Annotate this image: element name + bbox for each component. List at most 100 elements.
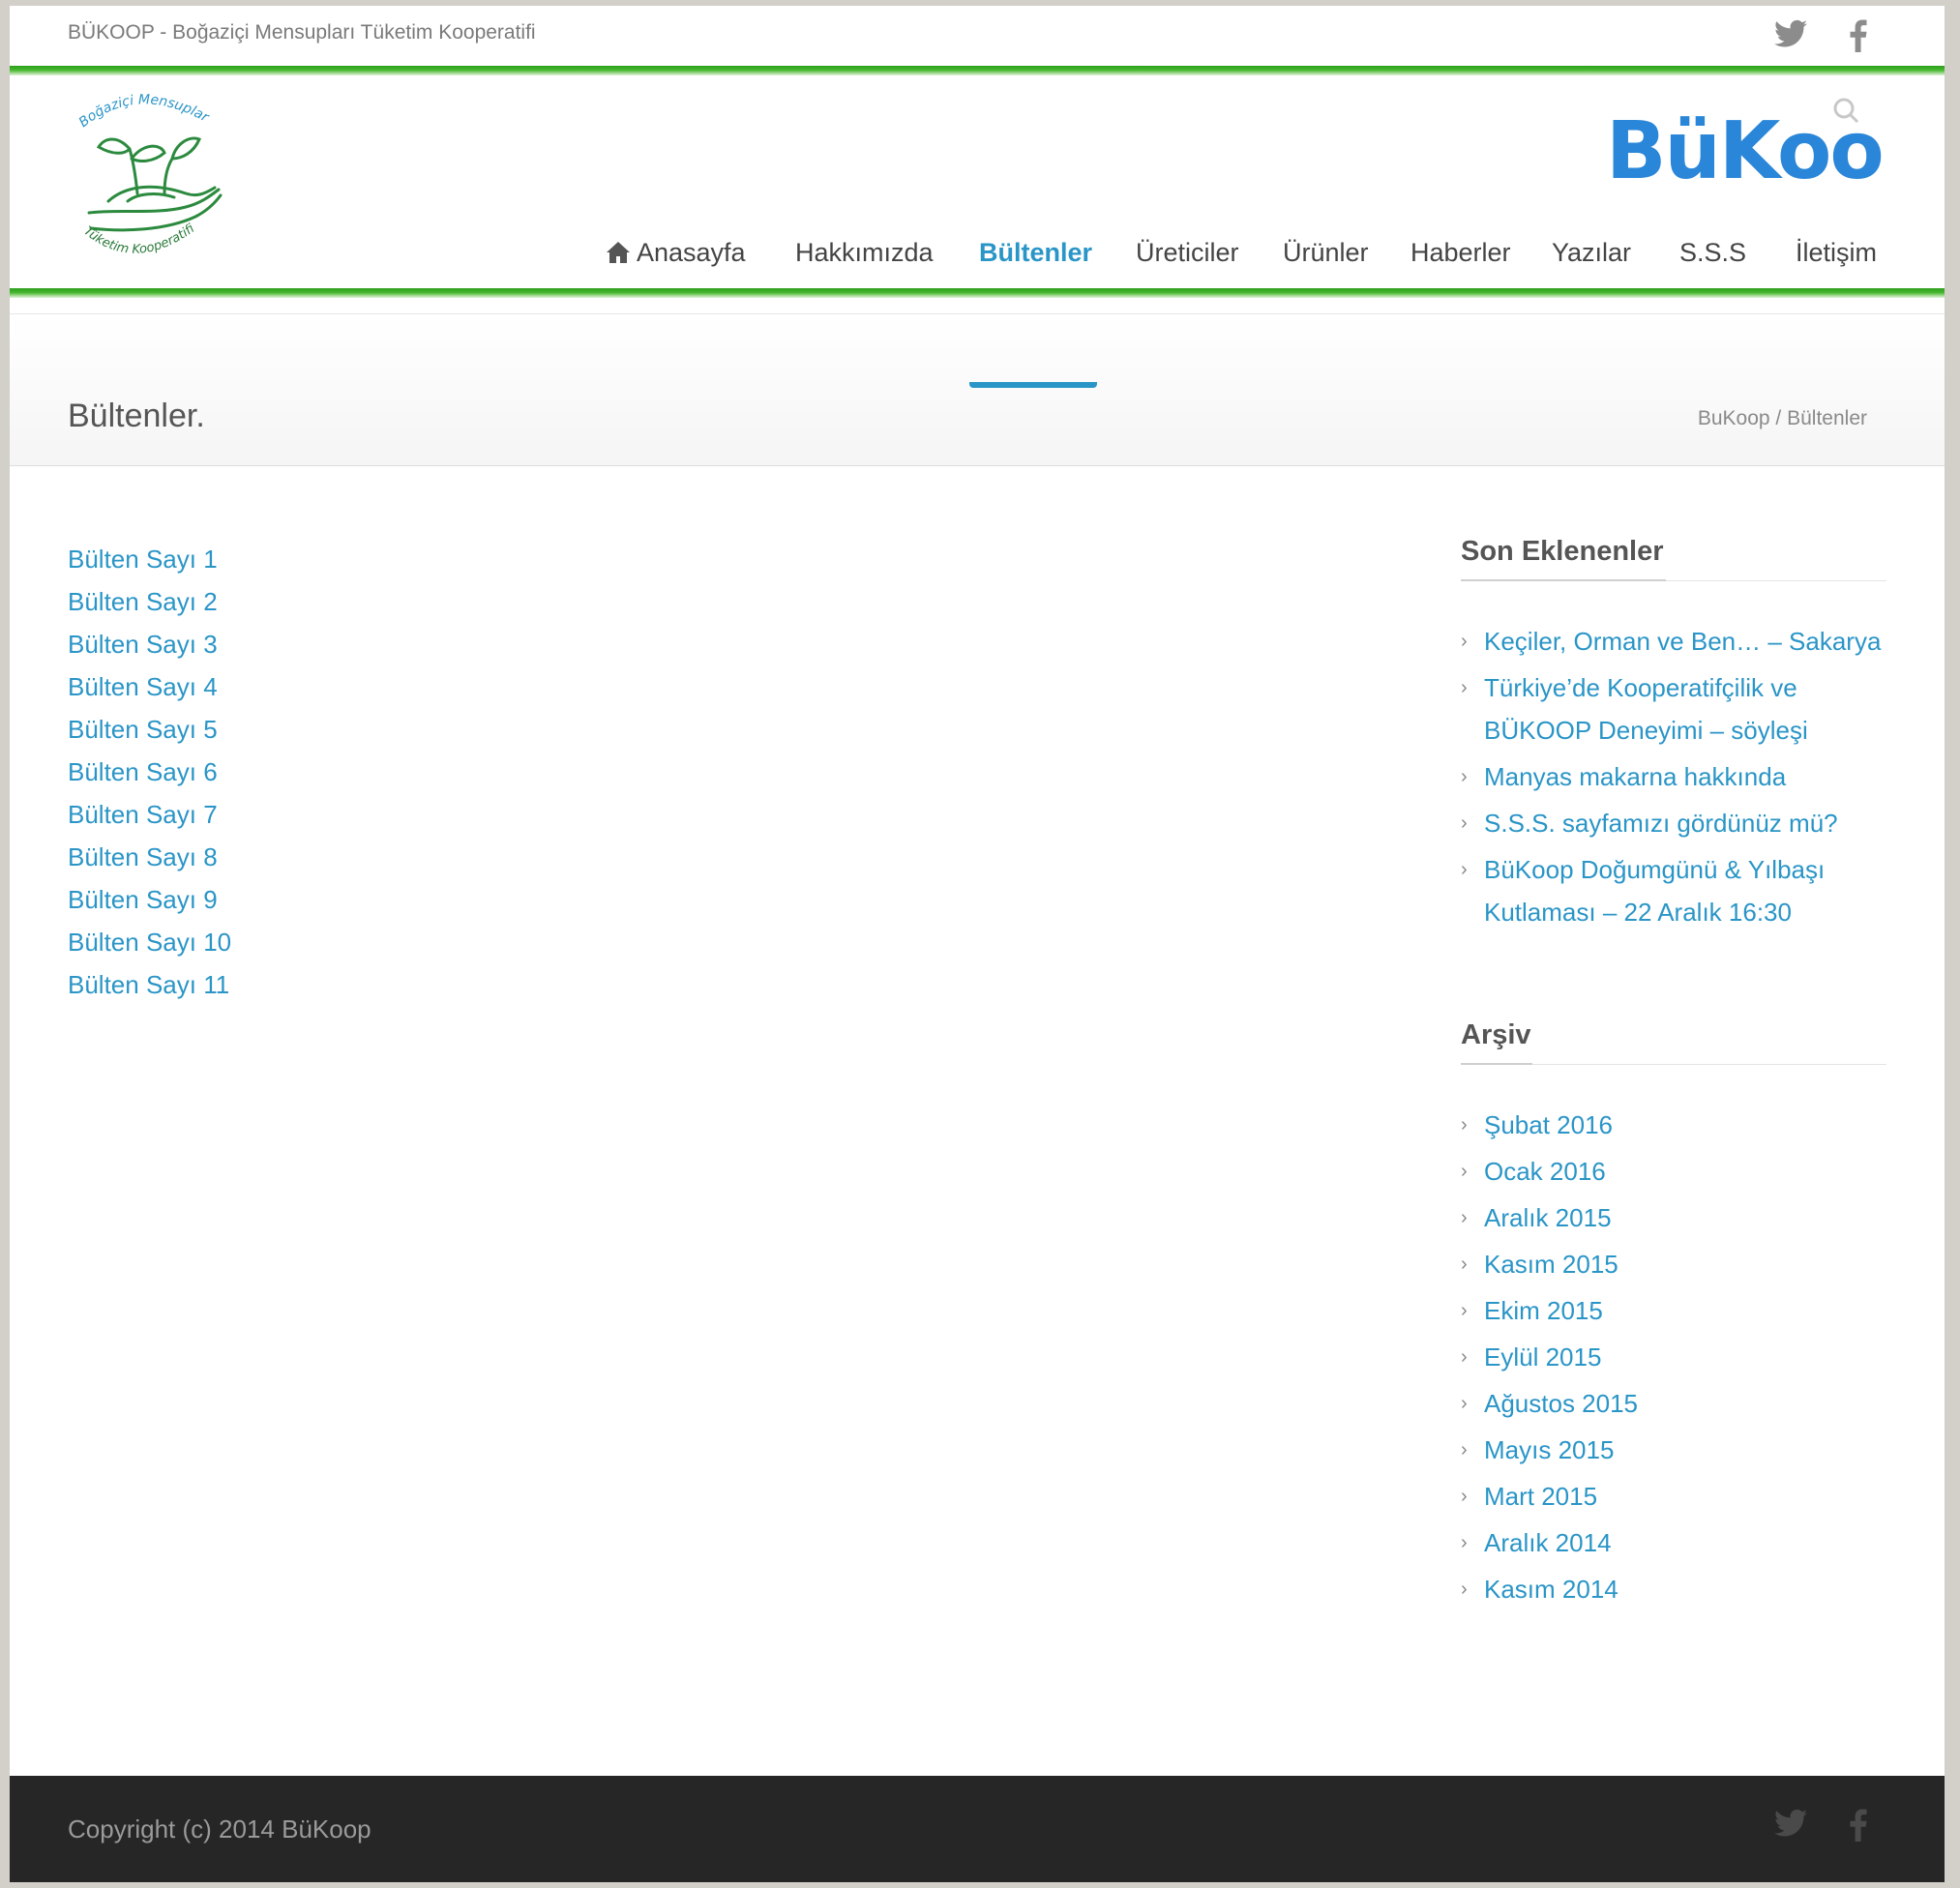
- bulletin-link[interactable]: Bülten Sayı 8: [68, 836, 231, 878]
- nav-item-iletisim[interactable]: İletişim: [1796, 238, 1877, 268]
- nav-item-ureticiler[interactable]: Üreticiler: [1136, 238, 1239, 268]
- recent-post-link[interactable]: S.S.S. sayfamızı gördünüz mü?: [1484, 809, 1838, 838]
- archive-link[interactable]: Ocak 2016: [1484, 1157, 1606, 1186]
- widget-divider: [1461, 1063, 1886, 1065]
- nav-item-yazilar[interactable]: Yazılar: [1552, 238, 1631, 268]
- nav-item-label: Anasayfa: [637, 238, 746, 267]
- list-item: › Kasım 2015: [1461, 1243, 1886, 1285]
- link-text: Türkiye’de Kooperatifçilik ve: [1484, 673, 1797, 702]
- twitter-icon[interactable]: [1774, 19, 1807, 53]
- archive-widget: Arşiv › Şubat 2016 › Ocak 2016 › Aralık 201…: [1461, 1019, 1886, 1614]
- chevron-right-icon: ›: [1461, 766, 1468, 787]
- list-item: › Ağustos 2015: [1461, 1382, 1886, 1425]
- header-green-stripe: [10, 288, 1945, 298]
- nav-item-label: Ürünler: [1283, 238, 1369, 267]
- chevron-right-icon: ›: [1461, 1254, 1468, 1275]
- nav-item-label: Haberler: [1411, 238, 1511, 267]
- top-green-stripe: [10, 66, 1945, 75]
- list-item: › Keçiler, Orman ve Ben… – Sakarya: [1461, 620, 1886, 663]
- chevron-right-icon: ›: [1461, 1393, 1468, 1414]
- widget-title: Son Eklenenler: [1461, 536, 1664, 567]
- archive-link[interactable]: Mart 2015: [1484, 1482, 1597, 1511]
- chevron-right-icon: ›: [1461, 1532, 1468, 1553]
- archive-link[interactable]: Aralık 2015: [1484, 1203, 1612, 1232]
- list-item: › S.S.S. sayfamızı gördünüz mü?: [1461, 802, 1886, 844]
- chevron-right-icon: ›: [1461, 1161, 1468, 1182]
- nav-item-haberler[interactable]: Haberler: [1411, 238, 1511, 268]
- archive-link[interactable]: Mayıs 2015: [1484, 1435, 1614, 1464]
- bulletin-link[interactable]: Bülten Sayı 11: [68, 963, 231, 1006]
- archive-link[interactable]: Kasım 2015: [1484, 1250, 1618, 1279]
- recent-post-link[interactable]: Manyas makarna hakkında: [1484, 762, 1786, 791]
- list-item: › Aralık 2014: [1461, 1521, 1886, 1564]
- recent-posts-widget: Son Eklenenler › Keçiler, Orman ve Ben… –…: [1461, 536, 1886, 937]
- nav-item-label: Hakkımızda: [795, 238, 934, 267]
- nav-item-anasayfa[interactable]: Anasayfa: [606, 238, 746, 271]
- svg-text:Boğaziçi Mensupları: Boğaziçi Mensupları: [70, 87, 212, 131]
- recent-post-link[interactable]: Keçiler, Orman ve Ben… – Sakarya: [1484, 627, 1881, 656]
- list-item: › Türkiye’de Kooperatifçilik ve BÜKOOP Den…: [1461, 666, 1886, 752]
- header: Boğaziçi Mensupları Tüketim Kooperatifi: [10, 75, 1945, 294]
- archive-link[interactable]: Aralık 2014: [1484, 1528, 1612, 1557]
- breadcrumb-current: Bültenler: [1787, 407, 1867, 429]
- chevron-right-icon: ›: [1461, 1578, 1468, 1600]
- archive-link[interactable]: Şubat 2016: [1484, 1110, 1613, 1139]
- link-text: BÜKOOP Deneyimi – söyleşi: [1484, 716, 1808, 745]
- recent-post-link[interactable]: BüKoop Doğumgünü & Yılbaşı Kutlaması – 22…: [1484, 855, 1825, 927]
- bulletin-list: Bülten Sayı 1 Bülten Sayı 2 Bülten Sayı …: [68, 538, 231, 1006]
- archive-link[interactable]: Kasım 2014: [1484, 1575, 1618, 1604]
- list-item: › Mayıs 2015: [1461, 1429, 1886, 1471]
- page-frame: BÜKOOP - Boğaziçi Mensupları Tüketim Koo…: [10, 6, 1945, 1882]
- twitter-icon[interactable]: [1774, 1809, 1807, 1843]
- breadcrumb: BuKoop / Bültenler: [1698, 407, 1867, 430]
- nav-item-label: Üreticiler: [1136, 238, 1239, 267]
- list-item: › Mart 2015: [1461, 1475, 1886, 1518]
- bulletin-link[interactable]: Bülten Sayı 7: [68, 793, 231, 836]
- link-text: Manyas makarna hakkında: [1484, 762, 1787, 791]
- bulletin-link[interactable]: Bülten Sayı 1: [68, 538, 231, 580]
- page-title-band: Bültenler. BuKoop / Bültenler: [10, 313, 1945, 466]
- link-text: Kutlaması – 22 Aralık 16:30: [1484, 898, 1792, 927]
- nav-item-urunler[interactable]: Ürünler: [1283, 238, 1369, 268]
- search-icon[interactable]: [1832, 97, 1859, 129]
- nav-item-bultenler[interactable]: Bültenler: [979, 238, 1092, 268]
- list-item: › Şubat 2016: [1461, 1104, 1886, 1146]
- copyright-text: Copyright (c) 2014 BüKoop: [68, 1814, 371, 1844]
- list-item: › Ocak 2016: [1461, 1150, 1886, 1193]
- bulletin-link[interactable]: Bülten Sayı 3: [68, 623, 231, 665]
- bulletin-link[interactable]: Bülten Sayı 10: [68, 921, 231, 963]
- recent-post-link[interactable]: Türkiye’de Kooperatifçilik ve BÜKOOP Dene…: [1484, 673, 1808, 745]
- list-item: › Aralık 2015: [1461, 1196, 1886, 1239]
- breadcrumb-separator: /: [1775, 407, 1782, 429]
- home-icon: [606, 241, 631, 271]
- list-item: › Manyas makarna hakkında: [1461, 755, 1886, 798]
- chevron-right-icon: ›: [1461, 631, 1468, 652]
- archive-link[interactable]: Ekim 2015: [1484, 1296, 1603, 1325]
- list-item: › Eylül 2015: [1461, 1336, 1886, 1378]
- archive-link[interactable]: Ağustos 2015: [1484, 1389, 1638, 1418]
- chevron-right-icon: ›: [1461, 812, 1468, 834]
- chevron-right-icon: ›: [1461, 1486, 1468, 1507]
- top-bar: BÜKOOP - Boğaziçi Mensupları Tüketim Koo…: [10, 6, 1945, 66]
- archive-link[interactable]: Eylül 2015: [1484, 1342, 1601, 1372]
- nav-item-label: Bültenler: [979, 238, 1093, 267]
- nav-item-sss[interactable]: S.S.S: [1679, 238, 1746, 268]
- bulletin-link[interactable]: Bülten Sayı 9: [68, 878, 231, 921]
- bulletin-link[interactable]: Bülten Sayı 5: [68, 708, 231, 751]
- widget-divider: [1461, 579, 1886, 581]
- nav-item-hakkimizda[interactable]: Hakkımızda: [795, 238, 934, 268]
- bulletin-link[interactable]: Bülten Sayı 2: [68, 580, 231, 623]
- chevron-right-icon: ›: [1461, 1114, 1468, 1136]
- chevron-right-icon: ›: [1461, 1207, 1468, 1228]
- list-item: › Ekim 2015: [1461, 1289, 1886, 1332]
- facebook-icon[interactable]: [1850, 19, 1867, 57]
- list-item: › Kasım 2014: [1461, 1568, 1886, 1610]
- main-navigation: Anasayfa Hakkımızda Bültenler Üreticiler…: [10, 238, 1945, 286]
- nav-item-label: Yazılar: [1552, 238, 1632, 267]
- link-text: BüKoop Doğumgünü & Yılbaşı: [1484, 855, 1826, 884]
- bulletin-link[interactable]: Bülten Sayı 4: [68, 665, 231, 708]
- facebook-icon[interactable]: [1850, 1809, 1867, 1846]
- widget-title: Arşiv: [1461, 1019, 1531, 1050]
- bulletin-link[interactable]: Bülten Sayı 6: [68, 751, 231, 793]
- breadcrumb-home-link[interactable]: BuKoop: [1698, 407, 1770, 429]
